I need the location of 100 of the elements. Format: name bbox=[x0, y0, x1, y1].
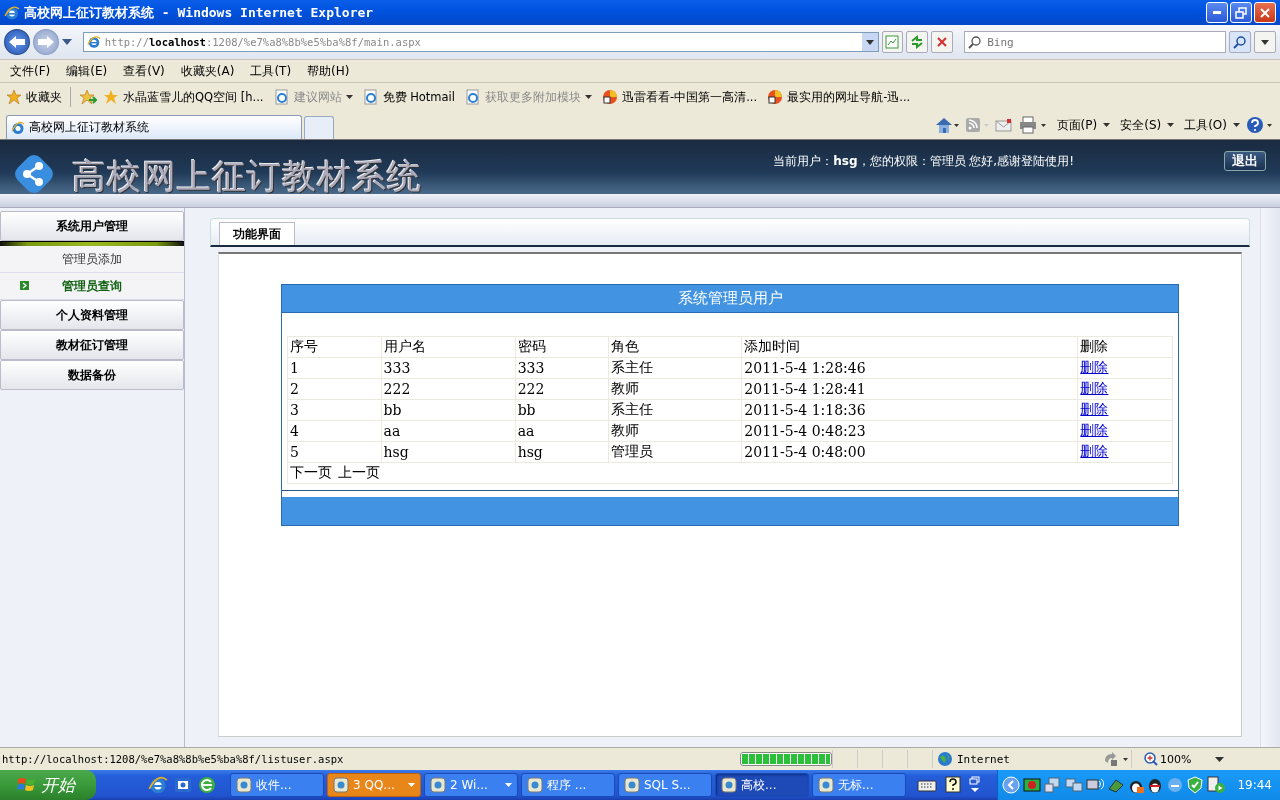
zoom-level[interactable]: 100% bbox=[1160, 752, 1192, 766]
home-icon[interactable] bbox=[934, 116, 959, 134]
page-icon[interactable] bbox=[273, 89, 290, 105]
taskbar-button[interactable]: 程序 ... bbox=[521, 773, 615, 797]
content-tab[interactable]: 功能界面 bbox=[219, 222, 295, 245]
caret-icon bbox=[1233, 123, 1240, 127]
search-button[interactable] bbox=[1229, 31, 1252, 53]
page-icon[interactable] bbox=[465, 89, 481, 105]
protected-mode-icon[interactable] bbox=[1103, 751, 1131, 767]
mail-icon[interactable] bbox=[994, 117, 1013, 133]
start-button[interactable]: 开始 bbox=[0, 770, 96, 800]
back-button[interactable] bbox=[4, 29, 30, 55]
browser-icon[interactable] bbox=[148, 775, 168, 795]
menu-item[interactable]: 查看(V) bbox=[123, 62, 165, 80]
app-icon bbox=[430, 777, 446, 793]
page-icon bbox=[86, 35, 101, 49]
logout-button[interactable]: 退出 bbox=[1224, 151, 1266, 171]
taskbar-button[interactable]: 2 Wi... bbox=[424, 773, 518, 797]
table-header-cell: 密码 bbox=[515, 336, 609, 358]
window-title: 高校网上征订教材系统 - Windows Internet Explorer bbox=[24, 3, 374, 22]
table-cell: 管理员 bbox=[608, 441, 742, 463]
app-icon bbox=[721, 777, 737, 793]
network-icon[interactable] bbox=[1044, 777, 1063, 793]
shield-icon[interactable] bbox=[1187, 776, 1204, 794]
page-icon[interactable] bbox=[362, 89, 379, 105]
favorites-button[interactable]: 收藏夹 bbox=[26, 88, 62, 106]
table-cell: 2011-5-4 0:48:23 bbox=[741, 420, 1078, 442]
taskbar-button[interactable]: 收件... bbox=[230, 773, 324, 797]
expand-tray-icon[interactable] bbox=[1002, 776, 1021, 794]
pager-link[interactable]: 下一页 bbox=[290, 464, 332, 482]
app-icon[interactable] bbox=[767, 89, 784, 105]
menu-item[interactable]: 工具(T) bbox=[250, 62, 292, 80]
restore-icon[interactable] bbox=[969, 776, 981, 794]
app-icon bbox=[624, 777, 640, 793]
table-cell: 教师 bbox=[608, 378, 742, 400]
add-favorite-icon[interactable] bbox=[79, 89, 97, 105]
back-arrow-icon bbox=[8, 36, 25, 48]
user-info: 当前用户：hsg，您的权限：管理员 您好,感谢登陆使用! bbox=[773, 152, 1074, 170]
restore-button[interactable] bbox=[1230, 2, 1252, 23]
star-icon[interactable] bbox=[6, 89, 22, 105]
app-icon[interactable] bbox=[602, 89, 618, 105]
favorite-link[interactable]: 迅雷看看-中国第一高清... bbox=[622, 89, 758, 105]
help-icon[interactable] bbox=[1246, 116, 1274, 134]
favorite-link[interactable]: 水晶蓝雪儿的QQ空间 [h... bbox=[123, 89, 264, 105]
sidebar-group[interactable]: 教材征订管理 bbox=[0, 330, 184, 360]
address-dropdown-button[interactable] bbox=[861, 33, 878, 51]
search-options-button[interactable] bbox=[1254, 31, 1276, 53]
scrollbar[interactable] bbox=[1260, 208, 1280, 747]
stop-button[interactable] bbox=[931, 31, 954, 53]
refresh-button[interactable] bbox=[906, 31, 929, 53]
menu-item[interactable]: 帮助(H) bbox=[307, 62, 350, 80]
browser-tab[interactable]: 高校网上征订教材系统 bbox=[6, 115, 302, 139]
zoom-icon[interactable] bbox=[1144, 752, 1158, 766]
favorite-link[interactable]: 免费 Hotmail bbox=[382, 89, 455, 105]
caret-icon bbox=[865, 39, 874, 45]
sidebar-group[interactable]: 个人资料管理 bbox=[0, 300, 184, 330]
windows-flag-icon bbox=[17, 776, 37, 794]
wireless-icon[interactable] bbox=[1086, 777, 1105, 793]
table-cell: 2 bbox=[287, 378, 382, 400]
table-cell: 教师 bbox=[608, 420, 742, 442]
app-icon bbox=[333, 777, 349, 793]
clock: 19:44 bbox=[1237, 778, 1272, 792]
browser-icon[interactable] bbox=[198, 776, 216, 794]
table-header-cell: 添加时间 bbox=[741, 336, 1078, 358]
caret-icon bbox=[1261, 39, 1270, 45]
caret-icon bbox=[1167, 123, 1175, 127]
browser-icon bbox=[4, 4, 20, 21]
keyboard-icon[interactable] bbox=[917, 778, 937, 792]
search-field[interactable]: Bing bbox=[964, 31, 1227, 53]
device-icon[interactable] bbox=[1107, 777, 1126, 793]
taskbar-button[interactable]: 无标... bbox=[812, 773, 906, 797]
restore-icon bbox=[1235, 6, 1247, 19]
forward-arrow-icon bbox=[37, 36, 54, 48]
menu-item[interactable]: 编辑(E) bbox=[66, 62, 108, 80]
network-icon[interactable] bbox=[1023, 777, 1042, 793]
pager-link[interactable]: 上一页 bbox=[338, 464, 380, 482]
menu-item[interactable]: 收藏夹(A) bbox=[180, 62, 235, 80]
minimize-button[interactable] bbox=[1206, 2, 1228, 23]
caret-icon[interactable] bbox=[1215, 756, 1225, 762]
table-cell: 2011-5-4 1:28:46 bbox=[741, 357, 1078, 379]
security-zone: Internet bbox=[957, 752, 1010, 766]
taskbar-button[interactable]: SQL S... bbox=[618, 773, 712, 797]
taskbar-button[interactable]: 高校... bbox=[715, 773, 809, 797]
media-icon[interactable] bbox=[1206, 776, 1227, 794]
command-menu[interactable]: 安全(S) bbox=[1120, 116, 1162, 134]
star-icon[interactable] bbox=[103, 89, 119, 105]
favorite-link[interactable]: 最实用的网址导航-迅... bbox=[787, 89, 911, 105]
app-icon bbox=[236, 777, 252, 793]
sidebar-group[interactable]: 系统用户管理 bbox=[0, 211, 184, 241]
print-icon[interactable] bbox=[1018, 116, 1047, 134]
network-icon[interactable] bbox=[1065, 777, 1084, 793]
address-field[interactable]: http://localhost:1208/%e7%a8%8b%e5%ba%8f/main.aspx bbox=[82, 32, 879, 52]
close-button[interactable] bbox=[1254, 2, 1276, 23]
dropdown-icon[interactable] bbox=[61, 39, 72, 45]
command-menu[interactable]: 页面(P) bbox=[1056, 116, 1098, 134]
menu-item[interactable]: 文件(F) bbox=[10, 62, 51, 80]
search-icon bbox=[968, 35, 983, 49]
sidebar-group[interactable]: 数据备份 bbox=[0, 360, 184, 390]
help-icon[interactable] bbox=[945, 776, 961, 794]
command-menu[interactable]: 工具(O) bbox=[1184, 116, 1227, 134]
